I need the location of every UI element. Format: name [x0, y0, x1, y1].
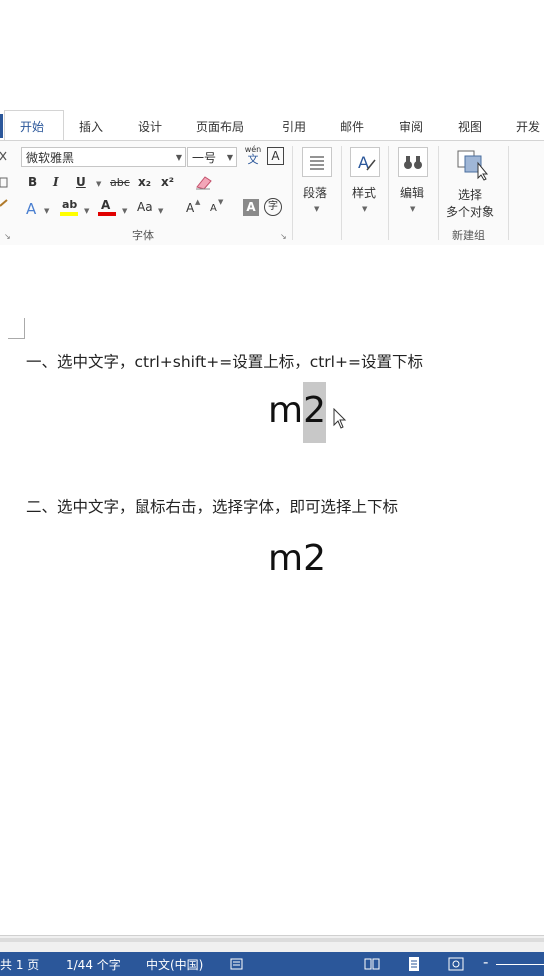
tab-insert[interactable]: 插入	[79, 118, 103, 135]
m2-letter-m: m	[268, 390, 304, 431]
font-group-label: 字体	[132, 229, 154, 242]
font-name-select[interactable]: 微软雅黑 ▼	[21, 147, 186, 167]
select-objects-icon[interactable]	[456, 147, 490, 181]
change-case-dropdown-icon[interactable]: ▼	[158, 207, 163, 215]
highlight-button[interactable]: ab	[62, 198, 77, 211]
paragraph-label[interactable]: 段落	[303, 184, 327, 201]
grow-font-button[interactable]: A	[186, 201, 194, 215]
shrink-font-arrow-icon: ▼	[218, 198, 224, 206]
file-tab-edge[interactable]	[0, 114, 3, 138]
font-size-select[interactable]: 一号 ▼	[187, 147, 237, 167]
word-count[interactable]: 1/44 个字	[66, 956, 121, 973]
font-launcher-icon[interactable]: ↘	[280, 232, 287, 241]
select-label-line1[interactable]: 选择	[458, 186, 482, 203]
paragraph-icon[interactable]	[302, 147, 332, 177]
character-shading-button[interactable]: A	[243, 199, 259, 216]
underline-dropdown-icon[interactable]: ▼	[96, 180, 101, 188]
editing-icon[interactable]	[398, 147, 428, 177]
web-layout-icon[interactable]	[448, 956, 464, 972]
tab-review[interactable]: 审阅	[399, 118, 423, 135]
tab-home[interactable]: 开始	[20, 118, 44, 135]
superscript-button[interactable]: x²	[161, 175, 174, 189]
change-case-button[interactable]: Aa	[137, 200, 153, 214]
group-separator	[341, 146, 342, 240]
shrink-font-button[interactable]: A	[210, 203, 217, 214]
top-blank-area	[0, 0, 544, 110]
zoom-out-icon[interactable]: -	[483, 953, 488, 971]
chevron-down-icon: ▼	[226, 153, 233, 162]
zoom-slider[interactable]	[496, 964, 544, 965]
tab-developer[interactable]: 开发	[516, 118, 540, 135]
paragraph-dropdown-icon[interactable]: ▼	[314, 205, 319, 213]
tab-mailings[interactable]: 邮件	[340, 118, 364, 135]
group-separator	[388, 146, 389, 240]
phonetic-char: 文	[247, 153, 259, 166]
margin-corner-mark	[8, 318, 25, 339]
character-border-button[interactable]: A	[267, 147, 284, 165]
underline-button[interactable]: U	[76, 175, 86, 189]
language-indicator[interactable]: 中文(中国)	[146, 956, 203, 973]
read-mode-icon[interactable]	[364, 956, 380, 972]
subscript-button[interactable]: x₂	[138, 175, 151, 189]
document-page[interactable]	[0, 245, 544, 935]
clipboard-icons-partial[interactable]	[0, 148, 10, 218]
styles-a-icon: A	[358, 153, 376, 172]
text-effects-dropdown-icon[interactable]: ▼	[44, 207, 49, 215]
group-separator	[438, 146, 439, 240]
font-size-value: 一号	[192, 151, 217, 165]
doc-line-2[interactable]: 二、选中文字，鼠标右击，选择字体，即可选择上下标	[26, 495, 398, 517]
editing-label[interactable]: 编辑	[400, 184, 424, 201]
enclose-characters-button[interactable]: 字	[264, 198, 282, 216]
selected-digit-2[interactable]: 2	[303, 382, 326, 443]
paragraph-lines-icon	[310, 156, 324, 170]
binoculars-icon	[404, 156, 422, 169]
chevron-down-icon: ▼	[175, 153, 182, 162]
tab-design[interactable]: 设计	[138, 118, 162, 135]
mouse-pointer-icon	[333, 408, 347, 429]
group-separator	[292, 146, 293, 240]
horizontal-scrollbar[interactable]	[0, 938, 544, 942]
m2-selected-example[interactable]: m2	[268, 382, 326, 443]
italic-button[interactable]: I	[53, 175, 59, 189]
clipboard-launcher-icon[interactable]: ↘	[4, 232, 11, 241]
group-separator	[508, 146, 509, 240]
highlight-color-bar	[60, 212, 78, 216]
font-color-button[interactable]: A	[101, 198, 110, 212]
editing-dropdown-icon[interactable]: ▼	[410, 205, 415, 213]
select-label-line2[interactable]: 多个对象	[446, 203, 494, 220]
print-layout-icon[interactable]	[406, 956, 422, 972]
styles-dropdown-icon[interactable]: ▼	[362, 205, 367, 213]
phonetic-guide-button[interactable]: wén 文	[243, 145, 263, 169]
page-count[interactable]: 共 1 页	[0, 956, 39, 973]
bold-button[interactable]: B	[28, 175, 37, 189]
highlight-dropdown-icon[interactable]: ▼	[84, 207, 89, 215]
tab-view[interactable]: 视图	[458, 118, 482, 135]
font-color-dropdown-icon[interactable]: ▼	[122, 207, 127, 215]
macro-record-icon[interactable]	[229, 956, 245, 972]
font-color-bar	[98, 212, 116, 216]
clear-formatting-icon[interactable]	[194, 173, 214, 191]
tab-references[interactable]: 引用	[282, 118, 306, 135]
text-effects-button[interactable]: A	[26, 200, 36, 218]
m2-second-example[interactable]: m2	[268, 538, 326, 579]
doc-line-1[interactable]: 一、选中文字，ctrl+shift+=设置上标，ctrl+=设置下标	[26, 350, 423, 372]
new-group-label: 新建组	[452, 229, 485, 242]
tab-layout[interactable]: 页面布局	[196, 118, 244, 135]
strikethrough-button[interactable]: abc	[110, 176, 130, 189]
status-bar: 共 1 页 1/44 个字 中文(中国) -	[0, 952, 544, 976]
styles-label[interactable]: 样式	[352, 184, 376, 201]
font-name-value: 微软雅黑	[26, 151, 75, 165]
grow-font-arrow-icon: ▲	[195, 198, 201, 206]
styles-icon[interactable]: A	[350, 147, 380, 177]
